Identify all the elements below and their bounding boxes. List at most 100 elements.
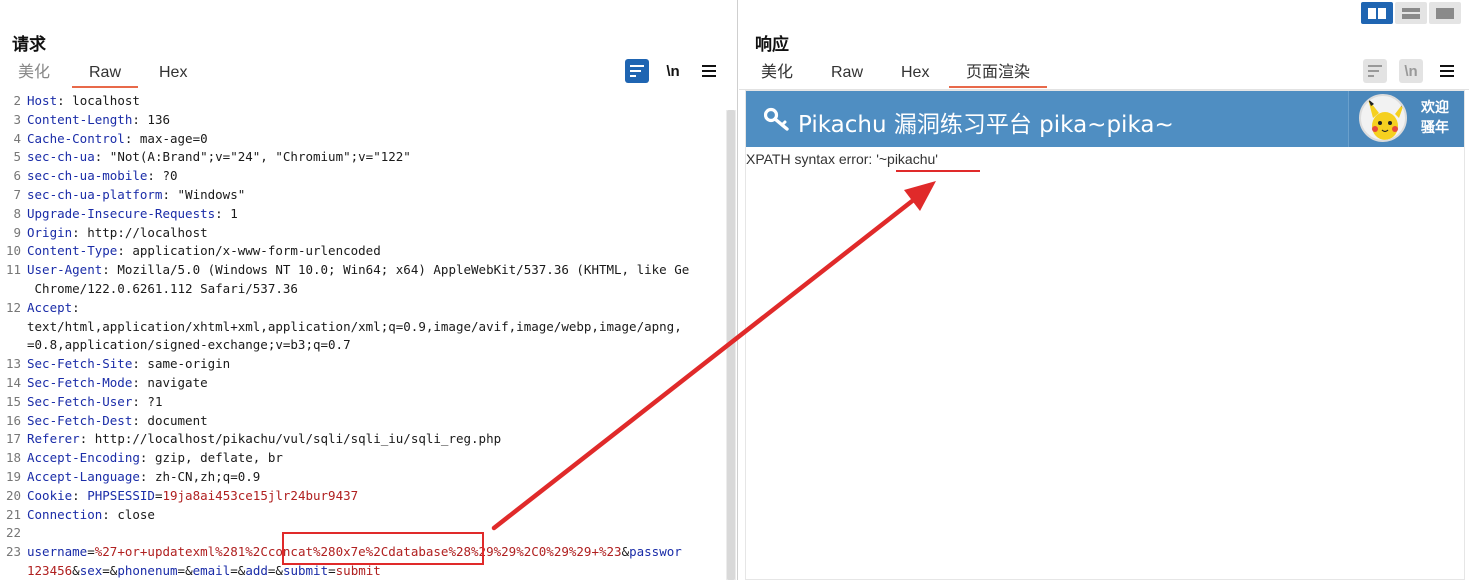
line-number: 5 <box>13 149 21 165</box>
code-line: 3 Content-Length: 136 <box>0 111 726 130</box>
header-separator: : <box>94 149 110 165</box>
code-continuation: Chrome/122.0.6261.112 Safari/537.36 <box>27 280 298 296</box>
code-line: 18 Accept-Encoding: gzip, deflate, br <box>0 449 726 468</box>
header-line: Accept-Language: zh-CN,zh;q=0.9 <box>27 468 260 487</box>
code-line: 15 Sec-Fetch-User: ?1 <box>0 393 726 412</box>
header-separator: : <box>139 468 155 484</box>
code-line: 6 sec-ch-ua-mobile: ?0 <box>0 167 726 186</box>
line-number: 10 <box>5 243 21 259</box>
header-separator: : <box>124 130 140 146</box>
line-number: 18 <box>5 450 21 466</box>
request-scroll-thumb[interactable] <box>727 110 735 580</box>
post-param-token: submit <box>282 562 329 578</box>
hamburger-menu-icon <box>702 65 716 77</box>
post-param-token: =& <box>267 562 283 578</box>
tab-raw[interactable]: Raw <box>72 62 139 88</box>
line-number: 2 <box>13 93 21 108</box>
header-line: Accept-Encoding: gzip, deflate, br <box>27 449 283 468</box>
post-param-token: & <box>72 562 80 578</box>
post-param-token: 123456 <box>27 562 73 578</box>
header-separator: : <box>139 450 155 466</box>
header-key: Sec-Fetch-Site <box>27 356 133 372</box>
welcome-line-1: 欢迎 <box>1421 100 1449 116</box>
header-value: navigate <box>147 374 208 390</box>
tab-raw[interactable]: Raw <box>831 62 863 88</box>
header-value: Mozilla/5.0 (Windows NT 10.0; Win64; x64… <box>117 262 690 278</box>
code-line: 16 Sec-Fetch-Dest: document <box>0 412 726 431</box>
header-separator: : <box>102 506 118 522</box>
post-param-token: =& <box>230 562 246 578</box>
tab-hex[interactable]: Hex <box>901 62 929 88</box>
header-separator: : <box>132 356 148 372</box>
header-line: Sec-Fetch-Site: same-origin <box>27 355 230 374</box>
header-value: max-age=0 <box>139 130 208 146</box>
request-pane: 请求 美化 Raw Hex \n 2 Host: localhost 3 Conten… <box>0 0 738 580</box>
welcome-text: 欢迎 骚年 <box>1421 98 1449 138</box>
line-number: 15 <box>5 393 21 409</box>
pikachu-avatar <box>1359 94 1407 142</box>
header-key: Host <box>27 93 58 108</box>
header-key: Sec-Fetch-Mode <box>27 374 133 390</box>
header-value: ?1 <box>147 393 163 409</box>
header-separator: : <box>72 224 88 240</box>
header-value: same-origin <box>147 356 231 372</box>
header-separator: : <box>102 262 118 278</box>
header-separator: : <box>117 243 133 259</box>
header-key: sec-ch-ua <box>27 149 95 165</box>
request-editor[interactable]: 2 Host: localhost 3 Content-Length: 136 4 Cac… <box>0 92 726 580</box>
tab-render[interactable]: 页面渲染 <box>949 62 1048 88</box>
header-key: Accept-Language <box>27 468 140 484</box>
show-newlines-button[interactable]: \n <box>661 59 685 83</box>
header-value: application/x-www-form-urlencoded <box>132 243 381 259</box>
header-line: Upgrade-Insecure-Requests: 1 <box>27 205 238 224</box>
header-key: Accept-Encoding <box>27 450 140 466</box>
header-separator: : <box>132 111 148 127</box>
code-line: 7 sec-ch-ua-platform: "Windows" <box>0 186 726 205</box>
header-value: "Windows" <box>177 186 246 202</box>
code-line: 8 Upgrade-Insecure-Requests: 1 <box>0 205 726 224</box>
header-key: Sec-Fetch-Dest <box>27 412 133 428</box>
header-line: Content-Type: application/x-www-form-url… <box>27 242 381 261</box>
header-key: Content-Type <box>27 243 118 259</box>
error-value: '~pikachu' <box>876 151 938 167</box>
request-tabs: 美化 Raw Hex <box>0 62 400 88</box>
payload-highlight-box <box>282 532 484 565</box>
line-number: 4 <box>13 130 21 146</box>
header-key: Sec-Fetch-User <box>27 393 133 409</box>
code-line: 4 Cache-Control: max-age=0 <box>0 130 726 149</box>
header-line: User-Agent: Mozilla/5.0 (Windows NT 10.0… <box>27 261 689 280</box>
header-separator: : <box>72 487 88 503</box>
header-key: Cache-Control <box>27 130 125 146</box>
request-scrollbar[interactable] <box>726 110 736 580</box>
header-separator: : <box>132 412 148 428</box>
word-wrap-icon <box>630 65 644 77</box>
post-param-token: & <box>621 544 630 560</box>
code-line: 19 Accept-Language: zh-CN,zh;q=0.9 <box>0 468 726 487</box>
line-number: 13 <box>5 356 21 372</box>
post-param-token: = <box>87 544 95 560</box>
tab-pretty[interactable]: 美化 <box>18 62 50 88</box>
tab-pretty[interactable]: 美化 <box>761 62 793 88</box>
word-wrap-button[interactable] <box>1363 59 1387 83</box>
header-value: "Not(A:Brand";v="24", "Chromium";v="122" <box>109 149 411 165</box>
header-key: Referer <box>27 431 80 447</box>
post-param-token: username <box>27 544 88 560</box>
request-menu-button[interactable] <box>697 59 721 83</box>
code-line: 13 Sec-Fetch-Site: same-origin <box>0 355 726 374</box>
header-value: ?0 <box>162 168 178 184</box>
show-newlines-button[interactable]: \n <box>1399 59 1423 83</box>
code-line: 9 Origin: http://localhost <box>0 224 726 243</box>
word-wrap-button[interactable] <box>625 59 649 83</box>
line-number: 3 <box>13 111 21 127</box>
cookie-name: PHPSESSID <box>87 487 155 503</box>
code-line: 12 Accept: <box>0 299 726 318</box>
header-line: Cache-Control: max-age=0 <box>27 130 208 149</box>
code-continuation: =0.8,application/signed-exchange;v=b3;q=… <box>27 337 351 353</box>
tab-hex[interactable]: Hex <box>159 62 187 88</box>
page-banner: Pikachu 漏洞练习平台 pika~pika~ 欢迎 骚年 <box>746 91 1464 147</box>
post-param-token: phonenum <box>117 562 178 578</box>
key-icon <box>764 107 789 131</box>
response-menu-button[interactable] <box>1435 59 1459 83</box>
header-value: 136 <box>147 111 170 127</box>
code-line: text/html,application/xhtml+xml,applicat… <box>0 318 726 337</box>
